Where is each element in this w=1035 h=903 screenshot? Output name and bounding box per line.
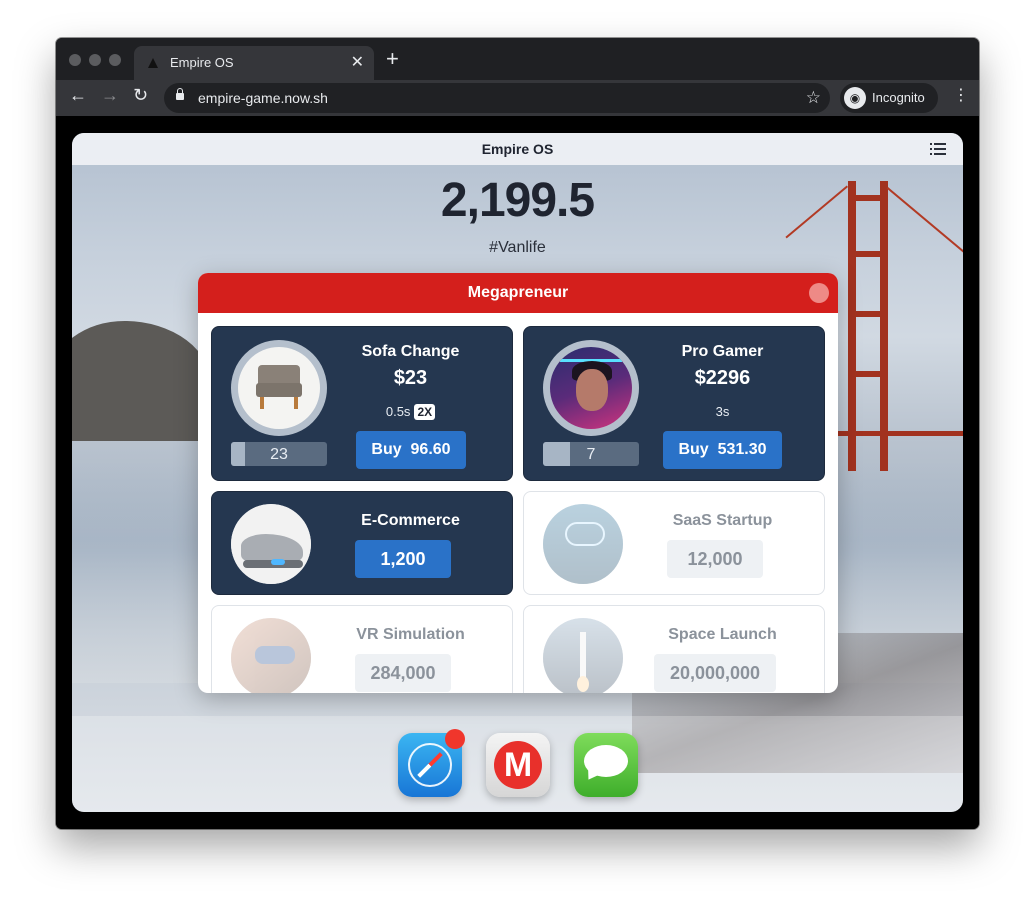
notification-badge [445,729,465,749]
business-cycle-time: 3s [715,404,730,419]
safari-app-icon[interactable] [398,729,465,797]
zoom-window-button[interactable] [109,54,121,66]
buy-label: Buy [678,441,709,458]
business-card-sofa-change: 23 Sofa Change $23 0.5s 2X Buy 96.60 [211,326,513,481]
bookmark-star-icon[interactable]: ☆ [806,88,821,108]
money-balance: 2,199.5 [440,174,595,227]
close-tab-icon[interactable]: ✕ [351,52,364,72]
incognito-label: Incognito [872,90,925,105]
business-name: Sofa Change [361,343,460,360]
close-window-button[interactable] [69,54,81,66]
owned-count: 7 [586,446,596,463]
business-name: Space Launch [668,626,777,643]
dock: M [72,729,963,797]
messages-app-icon[interactable] [574,733,638,797]
page-viewport: Empire OS 2,199.5 #Vanlife Megapreneur 2… [56,116,979,829]
m-logo-icon: M [494,741,542,789]
list-menu-icon[interactable] [930,142,946,156]
app-title-bar: Empire OS [72,133,963,165]
unlock-button[interactable]: 284,000 [355,654,451,692]
business-name: VR Simulation [356,626,465,643]
new-tab-button[interactable]: + [386,48,399,70]
unlock-button[interactable]: 12,000 [667,540,763,578]
browser-window: Empire OS ✕ + ← → ↻ empire-game.now.sh ☆… [56,38,979,829]
forward-arrow-icon[interactable]: → [101,86,119,104]
unlock-button[interactable]: 20,000,000 [654,654,776,692]
business-income: $23 [393,367,428,389]
app-title: Empire OS [481,141,554,157]
tab-title: Empire OS [170,55,234,70]
sneaker-icon [231,504,311,584]
multiplier-badge: 2X [414,404,436,420]
buy-button[interactable]: Buy 531.30 [663,431,782,469]
buy-label: Buy [371,441,402,458]
cycle-time-text: 0.5s [385,404,411,419]
cloud-icon [543,504,623,584]
owned-progress-bar: 7 [543,442,639,466]
close-modal-button[interactable] [809,283,829,303]
incognito-indicator[interactable]: ◉ Incognito [840,83,938,113]
business-card-saas-startup[interactable]: SaaS Startup 12,000 [523,491,825,595]
business-card-vr-simulation[interactable]: VR Simulation 284,000 [211,605,513,693]
incognito-icon: ◉ [844,87,866,109]
buy-cost: 531.30 [717,441,767,458]
lock-icon [176,88,184,100]
wallpaper-hill [72,321,212,441]
business-grid: 23 Sofa Change $23 0.5s 2X Buy 96.60 7 P… [198,313,838,693]
business-cycle-time: 0.5s 2X [332,404,489,420]
business-income: $2296 [694,367,751,389]
business-name: E-Commerce [361,512,460,529]
vr-headset-icon [231,618,311,693]
business-name: Pro Gamer [681,343,764,360]
sofa-icon [231,340,327,436]
address-bar[interactable]: empire-game.now.sh ☆ [164,83,830,113]
back-arrow-icon[interactable]: ← [69,86,87,104]
status-tag: #Vanlife [489,239,546,256]
business-card-space-launch[interactable]: Space Launch 20,000,000 [523,605,825,693]
megapreneur-app-icon[interactable]: M [486,733,550,797]
modal-title: Megapreneur [467,284,569,301]
business-name: SaaS Startup [672,512,773,529]
tab-bar: Empire OS ✕ + [56,38,979,80]
unlock-button[interactable]: 1,200 [355,540,451,578]
triangle-favicon-icon [148,58,158,68]
modal-header: Megapreneur [198,273,838,313]
business-card-e-commerce[interactable]: E-Commerce 1,200 [211,491,513,595]
owned-progress-bar: 23 [231,442,327,466]
url-text[interactable]: empire-game.now.sh [198,90,328,106]
business-card-pro-gamer: 7 Pro Gamer $2296 3s Buy 531.30 [523,326,825,481]
buy-cost: 96.60 [410,441,451,458]
browser-menu-icon[interactable]: ⋮ [953,88,969,104]
browser-tab[interactable]: Empire OS ✕ [134,46,374,80]
gamer-avatar-icon [543,340,639,436]
rocket-icon [543,618,623,693]
reload-icon[interactable]: ↻ [133,86,148,104]
minimize-window-button[interactable] [89,54,101,66]
game-screen: Empire OS 2,199.5 #Vanlife Megapreneur 2… [72,133,963,812]
megapreneur-window: Megapreneur 23 Sofa Change $23 0.5s 2X B… [198,273,838,693]
owned-count: 23 [270,446,288,463]
browser-toolbar: ← → ↻ empire-game.now.sh ☆ ◉ Incognito ⋮ [56,80,979,116]
buy-button[interactable]: Buy 96.60 [356,431,466,469]
